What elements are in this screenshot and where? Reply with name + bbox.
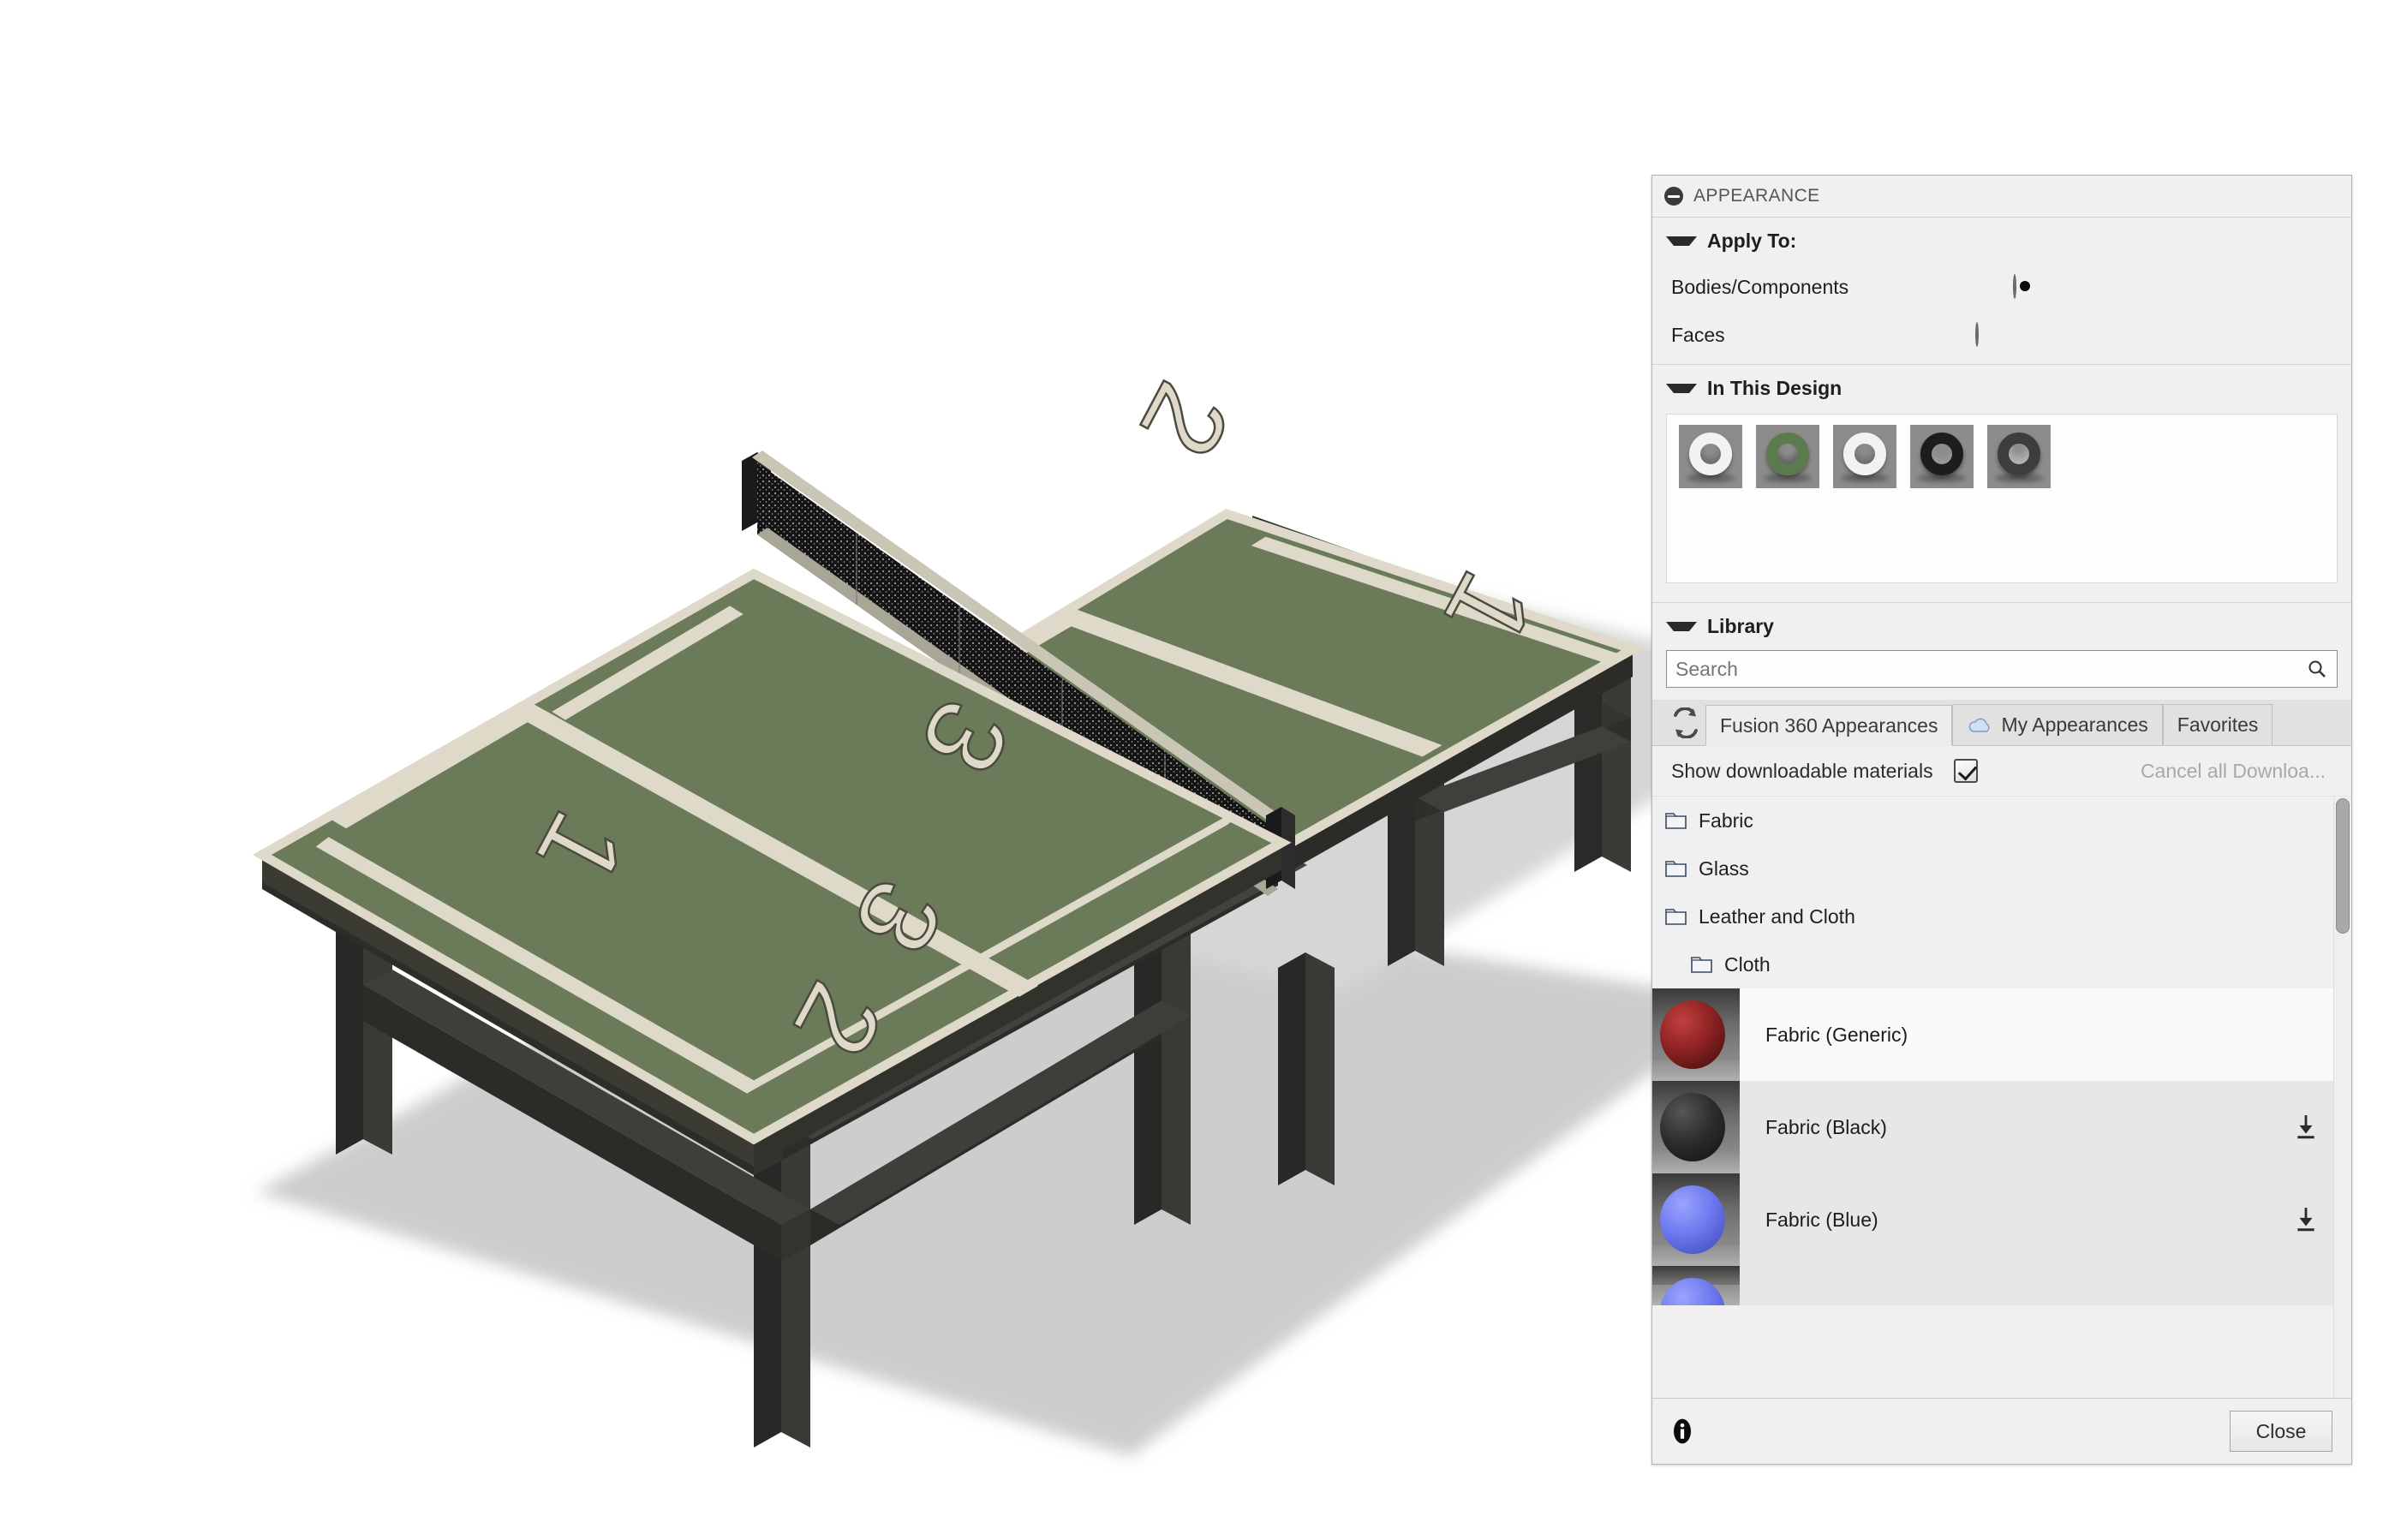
appearance-swatch-metal[interactable]	[1987, 425, 2051, 488]
radio-bodies-components[interactable]	[2013, 274, 2017, 299]
folder-icon	[1665, 813, 1687, 829]
chevron-down-icon	[1666, 622, 1697, 631]
material-label: Fabric (Generic)	[1765, 1023, 1908, 1046]
close-button[interactable]: Close	[2230, 1411, 2332, 1452]
tab-label: My Appearances	[2001, 713, 2148, 736]
download-icon[interactable]	[2295, 1114, 2317, 1140]
material-thumbnail	[1652, 988, 1740, 1081]
search-icon[interactable]	[2307, 659, 2327, 679]
dialog-footer: Close	[1652, 1398, 2351, 1464]
material-label: Fabric (Black)	[1765, 1115, 1887, 1138]
material-row-fabric-blue[interactable]: Fabric (Blue)	[1652, 1173, 2336, 1266]
info-icon[interactable]	[1671, 1418, 1693, 1444]
collapse-icon[interactable]	[1664, 187, 1683, 206]
library-heading: Library	[1707, 615, 1774, 637]
cloud-icon	[1969, 718, 1990, 732]
show-downloadable-label: Show downloadable materials	[1671, 759, 1933, 782]
material-row-partial[interactable]	[1652, 1266, 2336, 1305]
search-input[interactable]	[1666, 650, 2338, 688]
folder-label: Fabric	[1699, 809, 1753, 832]
apply-to-section-header[interactable]: Apply To:	[1652, 218, 2351, 263]
appearance-swatch-green[interactable]	[1756, 425, 1819, 488]
court-number: 2	[1115, 363, 1254, 476]
show-downloadable-row[interactable]: Show downloadable materials Cancel all D…	[1652, 746, 2351, 796]
folder-label: Glass	[1699, 857, 1749, 880]
material-thumbnail	[1652, 1173, 1740, 1266]
tab-label: Fusion 360 Appearances	[1720, 713, 1938, 737]
folder-row-fabric[interactable]: Fabric	[1652, 797, 2351, 845]
search-field-wrapper	[1666, 650, 2338, 688]
download-icon[interactable]	[2295, 1207, 2317, 1233]
svg-text:2: 2	[1117, 364, 1254, 475]
material-thumbnail	[1652, 1081, 1740, 1173]
folder-row-glass[interactable]: Glass	[1652, 845, 2351, 892]
material-label: Fabric (Blue)	[1765, 1208, 1878, 1231]
material-row-fabric-black[interactable]: Fabric (Black)	[1652, 1081, 2336, 1173]
material-list-scroll-area: Fabric Glass Leather and Cloth Cloth Fab…	[1652, 797, 2351, 1398]
in-this-design-heading: In This Design	[1707, 377, 1842, 399]
material-list-scrollbar[interactable]	[2333, 797, 2351, 1398]
apply-to-label-faces: Faces	[1671, 323, 1725, 346]
in-this-design-section-header[interactable]: In This Design	[1652, 365, 2351, 410]
apply-to-option-bodies[interactable]: Bodies/Components	[1652, 263, 2351, 311]
in-this-design-swatch-well	[1666, 414, 2338, 583]
dialog-title: APPEARANCE	[1693, 186, 1820, 206]
apply-to-label-bodies: Bodies/Components	[1671, 275, 1849, 298]
radio-faces[interactable]	[1974, 322, 1979, 347]
tab-favorites[interactable]: Favorites	[2162, 704, 2273, 745]
folder-icon	[1665, 909, 1687, 925]
tab-label: Favorites	[2177, 713, 2259, 736]
folder-label: Leather and Cloth	[1699, 904, 1855, 928]
library-section-header[interactable]: Library	[1652, 603, 2351, 648]
apply-to-heading: Apply To:	[1707, 230, 1797, 252]
folder-row-leather-and-cloth[interactable]: Leather and Cloth	[1652, 892, 2351, 940]
chevron-down-icon	[1666, 384, 1697, 393]
folder-icon	[1665, 861, 1687, 877]
folder-row-cloth[interactable]: Cloth	[1652, 940, 2351, 988]
tab-my-appearances[interactable]: My Appearances	[1952, 704, 2163, 745]
library-tabstrip[interactable]: Fusion 360 Appearances My Appearances Fa…	[1652, 700, 2351, 746]
show-downloadable-checkbox[interactable]	[1954, 759, 1978, 783]
cancel-all-downloads-button[interactable]: Cancel all Downloa...	[2141, 760, 2326, 783]
material-list[interactable]: Fabric Glass Leather and Cloth Cloth Fab…	[1652, 796, 2351, 1398]
folder-icon	[1691, 957, 1712, 973]
refresh-icon[interactable]	[1666, 703, 1705, 743]
dialog-body: Apply To: Bodies/Components Faces In Thi…	[1652, 218, 2351, 1398]
material-row-fabric-generic[interactable]: Fabric (Generic)	[1652, 988, 2336, 1081]
appearance-swatch-white-1[interactable]	[1679, 425, 1742, 488]
dialog-title-bar[interactable]: APPEARANCE	[1652, 176, 2351, 218]
apply-to-option-faces[interactable]: Faces	[1652, 311, 2351, 359]
tab-fusion-360-appearances[interactable]: Fusion 360 Appearances	[1705, 705, 1953, 746]
appearance-dialog[interactable]: APPEARANCE Apply To: Bodies/Components F…	[1651, 175, 2352, 1465]
folder-label: Cloth	[1724, 952, 1771, 976]
material-thumbnail	[1652, 1266, 1740, 1305]
appearance-swatch-black[interactable]	[1910, 425, 1974, 488]
scrollbar-thumb[interactable]	[2336, 798, 2350, 934]
chevron-down-icon	[1666, 236, 1697, 246]
appearance-swatch-white-2[interactable]	[1833, 425, 1896, 488]
